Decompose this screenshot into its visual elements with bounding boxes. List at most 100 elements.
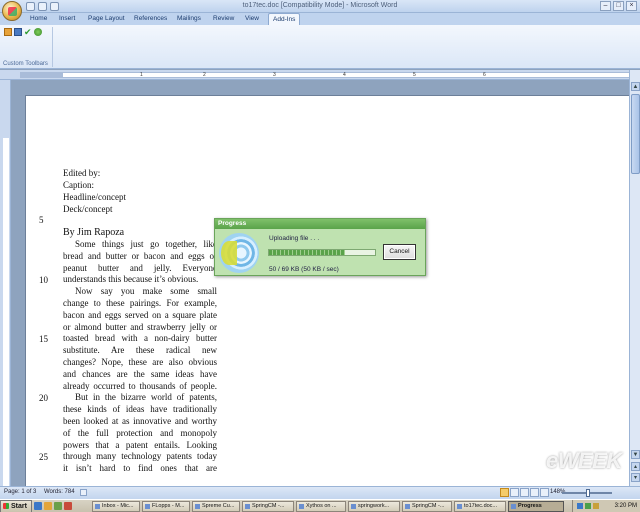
maximize-button[interactable]: □: [613, 1, 624, 11]
tab-mailings[interactable]: Mailings: [177, 15, 201, 22]
prev-page-button[interactable]: ▴: [631, 462, 640, 471]
cancel-button[interactable]: Cancel: [383, 244, 416, 260]
body-line: changes? Nope, these are also obvious: [63, 356, 217, 367]
tab-review[interactable]: Review: [213, 15, 234, 22]
next-page-button[interactable]: ▾: [631, 473, 640, 482]
line-number: 15: [39, 334, 48, 344]
ruler-number: 3: [273, 72, 276, 78]
document-page[interactable]: Edited by: Caption: Headline/concept Dec…: [25, 95, 629, 486]
body-line: powers that a patent entails. Looking: [63, 439, 217, 450]
body-line: Some things just go together, like: [75, 239, 217, 249]
tray-network-icon[interactable]: [577, 503, 583, 509]
tab-add-ins[interactable]: Add-Ins: [268, 13, 301, 25]
header-line: Headline/concept: [63, 192, 126, 202]
task-button-active[interactable]: Progress: [508, 501, 564, 512]
window-title: to17tec.doc [Compatibility Mode] - Micro…: [242, 2, 398, 9]
dialog-title: Progress: [215, 219, 425, 229]
body-line: bacon and eggs served on a square plate: [63, 309, 217, 320]
task-button[interactable]: Inbox - Mic...: [92, 501, 140, 512]
close-button[interactable]: ×: [626, 1, 637, 11]
body-line: understands this because it’s obvious.: [63, 274, 199, 285]
tab-insert[interactable]: Insert: [59, 15, 75, 22]
ruler-number: 1: [140, 72, 143, 78]
progress-bar: [268, 249, 376, 256]
body-line: change to these pairings. For example,: [63, 297, 217, 308]
body-line: or almond butter and strawberry jelly or: [63, 321, 217, 332]
tab-home[interactable]: Home: [30, 15, 47, 22]
quick-launch: [34, 502, 72, 510]
task-button[interactable]: Xythos on ...: [296, 501, 346, 512]
web-layout-view-button[interactable]: [520, 488, 529, 497]
line-number: 5: [39, 215, 44, 225]
word-count[interactable]: Words: 784: [44, 489, 75, 495]
body-line: toasted bread with a non-dairy butter: [63, 333, 217, 344]
task-button[interactable]: FLopps - M...: [142, 501, 190, 512]
body-line: bread and butter or bacon and eggs or: [63, 250, 217, 261]
ruler-number: 5: [413, 72, 416, 78]
scroll-thumb[interactable]: [631, 94, 640, 174]
page-indicator[interactable]: Page: 1 of 3: [4, 489, 36, 495]
tab-view[interactable]: View: [245, 15, 259, 22]
addin-check-icon[interactable]: ✔: [24, 28, 32, 37]
byline: By Jim Rapoza: [63, 227, 125, 238]
scroll-down-button[interactable]: ▼: [631, 450, 640, 459]
header-line: Caption:: [63, 180, 94, 190]
tray-security-icon[interactable]: [585, 503, 591, 509]
body-line: these kinds of ideas have traditionally: [63, 404, 217, 415]
document-workspace[interactable]: Edited by: Caption: Headline/concept Dec…: [11, 80, 629, 486]
print-layout-view-button[interactable]: [500, 488, 509, 497]
ie-icon[interactable]: [34, 502, 42, 510]
ribbon: ✔ Custom Toolbars: [0, 25, 640, 69]
task-button[interactable]: springwork...: [348, 501, 400, 512]
vertical-ruler[interactable]: [0, 80, 11, 486]
desktop-icon[interactable]: [54, 502, 62, 510]
outline-view-button[interactable]: [530, 488, 539, 497]
body-line: and chances are the same ideas have: [63, 368, 217, 379]
header-line: Deck/concept: [63, 204, 113, 214]
addin-star-icon[interactable]: [4, 28, 12, 36]
tab-page-layout[interactable]: Page Layout: [88, 15, 125, 22]
group-separator: [52, 27, 53, 67]
vertical-scrollbar[interactable]: ▲ ▼ ▴ ▾: [629, 70, 640, 486]
task-button[interactable]: SpringCM -...: [242, 501, 294, 512]
start-button[interactable]: Start: [0, 500, 32, 512]
proofing-icon[interactable]: [80, 489, 87, 496]
group-label: Custom Toolbars: [3, 61, 48, 67]
taskbar: Start Inbox - Mic... FLopps - M... Sprem…: [0, 499, 640, 512]
task-button[interactable]: to17tec.doc...: [454, 501, 506, 512]
body-line: it isn’t hard to find ones that are: [63, 463, 217, 474]
addin-save-icon[interactable]: [14, 28, 22, 36]
outlook-icon[interactable]: [44, 502, 52, 510]
office-button[interactable]: [2, 1, 22, 21]
app-icon[interactable]: [64, 502, 72, 510]
ruler-number: 4: [343, 72, 346, 78]
minimize-button[interactable]: –: [600, 1, 611, 11]
line-number: 25: [39, 452, 48, 462]
task-button[interactable]: SpringCM -...: [402, 501, 452, 512]
system-tray: 3:20 PM: [572, 500, 640, 512]
full-screen-view-button[interactable]: [510, 488, 519, 497]
header-line: Edited by:: [63, 168, 101, 178]
eweek-watermark: eWEEK: [546, 448, 622, 473]
addin-globe-icon[interactable]: [34, 28, 42, 36]
horizontal-ruler[interactable]: 1 2 3 4 5 6: [0, 70, 640, 80]
ribbon-tabs: Home Insert Page Layout References Maili…: [0, 13, 640, 25]
body-line: But in the bizarre world of patents,: [75, 392, 217, 403]
task-button[interactable]: Spreme Cu...: [192, 501, 240, 512]
ruler-number: 6: [483, 72, 486, 78]
document-body: Some things just go together, like bread…: [63, 239, 217, 475]
tab-references[interactable]: References: [134, 15, 167, 22]
progress-dialog: Progress Uploading file . . . 50 / 69 KB…: [214, 218, 426, 276]
line-number: 20: [39, 393, 48, 403]
scroll-up-button[interactable]: ▲: [631, 82, 640, 91]
body-line: been looked at as innovative and worthy: [63, 415, 217, 426]
body-line: Now say you make some small: [75, 286, 217, 297]
zoom-slider-handle[interactable]: [586, 489, 590, 497]
window-controls: – □ ×: [600, 1, 637, 11]
line-number: 10: [39, 275, 48, 285]
upload-graphic-icon: [219, 233, 259, 273]
ruler-number: 2: [203, 72, 206, 78]
tray-volume-icon[interactable]: [593, 503, 599, 509]
status-bar: Page: 1 of 3 Words: 784 148%: [0, 486, 640, 499]
draft-view-button[interactable]: [540, 488, 549, 497]
